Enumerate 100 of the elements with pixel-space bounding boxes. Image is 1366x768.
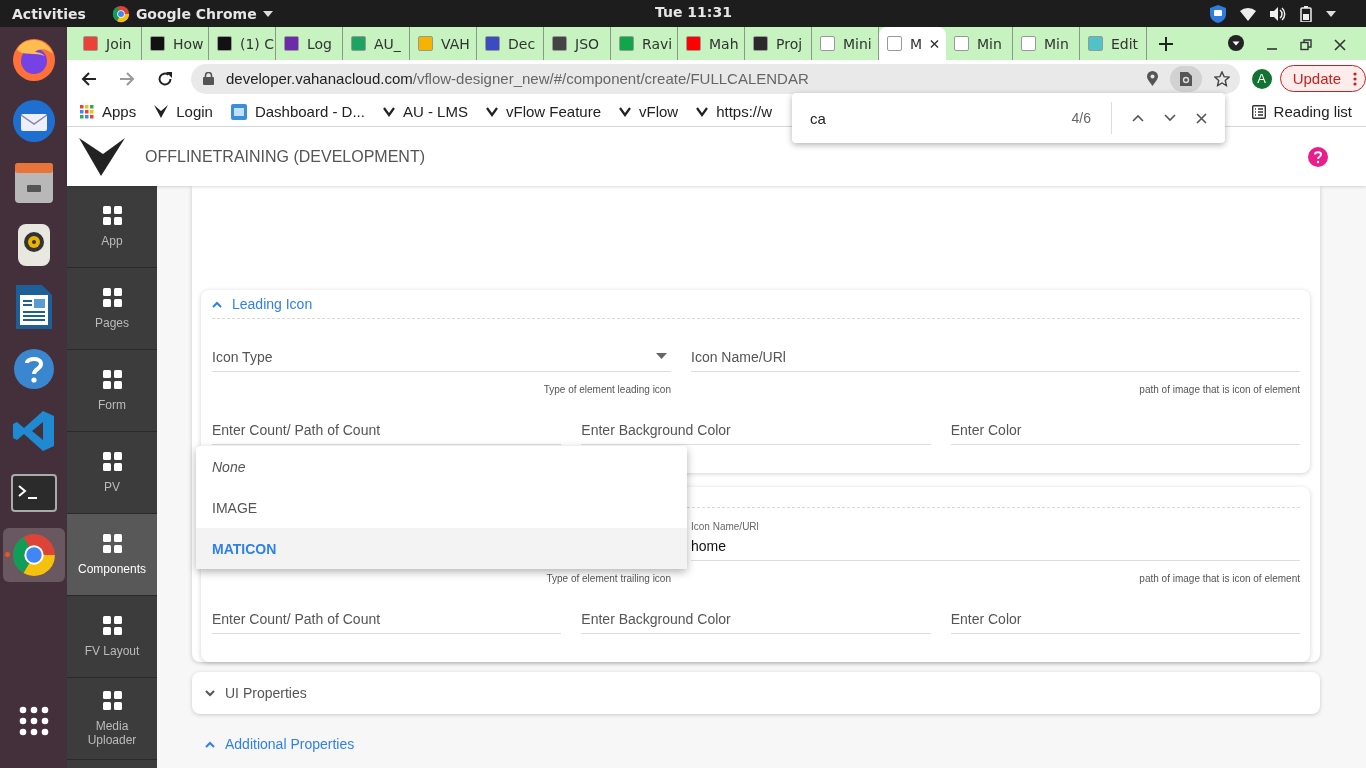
bookmark-link[interactable]: vFlow [619, 103, 679, 120]
app-title: OFFLINETRAINING (DEVELOPMENT) [145, 147, 426, 166]
app-menu[interactable]: Google Chrome [111, 4, 273, 23]
tab-title: Ravi [642, 35, 673, 52]
star-icon[interactable] [1213, 70, 1230, 87]
dock-app-button[interactable] [2, 528, 65, 582]
document-icon [13, 283, 54, 331]
input-field[interactable]: Enter Count/ Path of Count [212, 592, 562, 634]
back-icon[interactable] [81, 70, 97, 87]
section-header[interactable]: UI Properties [205, 685, 307, 701]
grid-icon [102, 690, 122, 710]
input-field[interactable]: Enter Color [950, 592, 1300, 634]
list-icon [1251, 104, 1266, 119]
chevron-down-icon [205, 689, 215, 697]
tab-title: Join [106, 35, 132, 52]
input-field[interactable]: Icon Name/URl home [691, 519, 1300, 561]
bookmark-link[interactable]: https://w [696, 103, 773, 120]
new-tab-icon[interactable] [1159, 37, 1173, 51]
update-button[interactable]: Update [1279, 65, 1366, 92]
select-field[interactable]: Icon Type [212, 330, 671, 372]
help-icon[interactable] [1308, 146, 1328, 167]
chevron-up-icon [205, 740, 215, 748]
code-editor-icon [11, 409, 56, 453]
grid-icon [102, 369, 122, 389]
tab-title: (1) C [240, 35, 275, 52]
bookmark-link[interactable]: Login [154, 103, 213, 120]
grid-icon [102, 533, 122, 553]
profile-avatar[interactable]: A [1251, 68, 1272, 89]
location-pin-icon[interactable] [1146, 71, 1158, 86]
find-in-page-button[interactable] [1169, 65, 1202, 92]
help-icon [12, 348, 55, 390]
chrome-icon [111, 4, 130, 23]
tab-title: JSO [575, 35, 600, 52]
restore-icon[interactable] [1300, 39, 1312, 51]
tab-title: Min [977, 35, 1002, 52]
v-logo-icon [154, 103, 169, 120]
sidebar-item[interactable]: Components [67, 514, 157, 596]
grid-icon [102, 451, 122, 471]
address-bar[interactable]: developer.vahanacloud.com/vflow-designer_new/#/component/create/FULLCALENDAR [190, 63, 1240, 94]
tab-title: M [910, 35, 923, 52]
bookmark-link[interactable]: vFlow Feature [485, 103, 601, 120]
match-count: 4/6 [1071, 110, 1091, 126]
volume-icon[interactable] [1270, 6, 1286, 21]
app-grid-icon [80, 104, 94, 119]
wifi-icon[interactable] [1240, 6, 1256, 21]
tab-title: VAH [441, 35, 470, 52]
forward-icon[interactable] [119, 70, 135, 87]
tab-title: Log [307, 35, 332, 52]
tab-title: Proj [776, 35, 803, 52]
chevron-down-icon[interactable] [1164, 114, 1176, 122]
browser-tab[interactable]: M [879, 27, 946, 60]
shield-icon[interactable] [1210, 4, 1226, 23]
grid-icon [102, 615, 122, 635]
kebab-icon [1353, 71, 1357, 86]
caret-icon[interactable] [1326, 10, 1336, 17]
input-field[interactable]: Enter Count/ Path of Count [212, 403, 562, 445]
mail-app-icon [10, 98, 57, 144]
menu-option[interactable]: IMAGE [196, 487, 687, 528]
close-icon[interactable] [930, 38, 939, 49]
reload-icon[interactable] [156, 70, 173, 87]
tab-search-icon[interactable] [1228, 35, 1244, 51]
battery-icon[interactable] [1300, 5, 1312, 22]
chevron-v-icon [619, 106, 631, 117]
section-header[interactable]: Leading Icon [212, 296, 313, 312]
tab-title: Dec [508, 35, 536, 52]
activities-button[interactable]: Activities [12, 5, 86, 22]
input-field[interactable]: Icon Name/URl [691, 330, 1300, 372]
input-field[interactable]: Enter Color [950, 403, 1300, 445]
hint-text: path of image that is icon of element [1139, 573, 1300, 584]
input-field[interactable]: Enter Background Color [581, 403, 931, 445]
chevron-v-icon [485, 106, 498, 117]
tab-title: AU_ [374, 35, 401, 52]
close-icon[interactable] [1334, 39, 1346, 51]
section-header[interactable]: Additional Properties [205, 736, 355, 752]
dropdown-arrow-icon [656, 353, 667, 359]
chrome-icon [11, 533, 56, 577]
menu-option[interactable]: None [196, 446, 687, 487]
bookmark-link[interactable]: AU - LMS [382, 103, 468, 120]
tab-title: Mah [709, 35, 739, 52]
grid-icon [102, 205, 122, 225]
caret-icon [262, 10, 273, 17]
reading-list-button[interactable]: Reading list [1251, 103, 1366, 120]
hint-text: Type of element trailing icon [546, 573, 671, 584]
tab-title: Mini [843, 35, 872, 52]
tab-title: Edit [1111, 35, 1139, 52]
chevron-v-icon [696, 106, 709, 117]
tab-title: Min [1044, 35, 1069, 52]
bookmark-link[interactable]: Apps [80, 103, 137, 120]
close-icon[interactable] [1196, 112, 1207, 124]
bookmark-link[interactable]: Dashboard - D... [230, 103, 365, 120]
hint-text: Type of element leading icon [543, 384, 671, 395]
find-in-page-icon [1179, 71, 1192, 86]
chevron-up-icon[interactable] [1132, 114, 1144, 122]
terminal-icon [10, 474, 57, 512]
tab-title: How [173, 35, 204, 52]
chevron-v-icon [382, 106, 395, 117]
clock[interactable]: Tue 11:31 [655, 4, 732, 20]
v-logo-icon [79, 137, 125, 176]
input-field[interactable]: Enter Background Color [581, 592, 931, 634]
url-text: developer.vahanacloud.com/vflow-designer_new/#/component/create/FULLCALENDAR [225, 70, 809, 87]
